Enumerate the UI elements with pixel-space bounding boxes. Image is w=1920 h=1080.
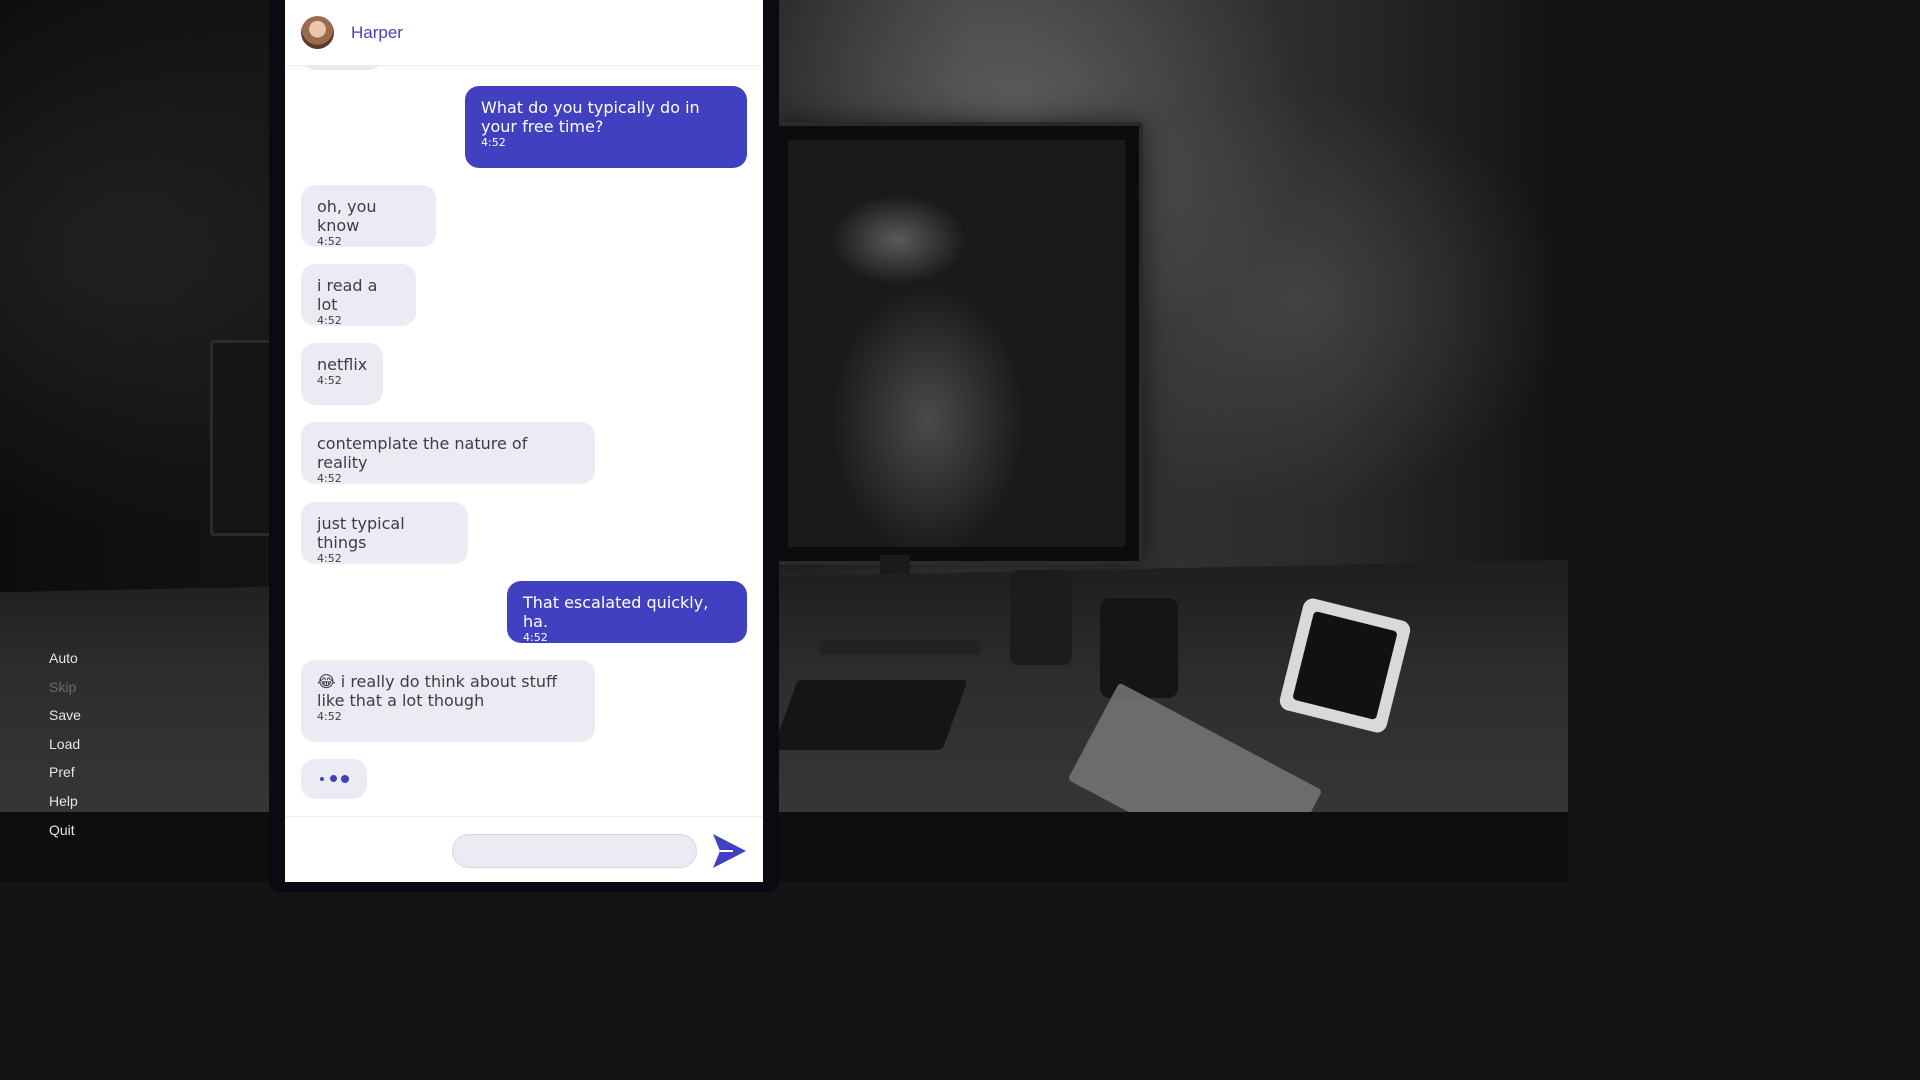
- typing-dot: [320, 777, 324, 781]
- message-time: 4:52: [317, 374, 342, 387]
- message-time: 4:52: [523, 631, 548, 644]
- message-text: 😂 i really do think about stuff like tha…: [317, 672, 579, 710]
- message-text: contemplate the nature of reality: [317, 434, 528, 472]
- camera-lens-image: [1100, 598, 1178, 698]
- message-time: 4:52: [317, 314, 342, 327]
- message-bubble-incoming: netflix 4:52: [301, 343, 383, 405]
- typing-indicator: [301, 759, 367, 799]
- message-composer: [285, 816, 763, 882]
- monitor-stand-base: [820, 640, 980, 654]
- message-bubble-outgoing: What do you typically do in your free ti…: [465, 86, 747, 168]
- clock-face: [1292, 610, 1398, 721]
- menu-item-pref[interactable]: Pref: [49, 758, 81, 787]
- message-bubble-incoming: oh, you know 4:52: [301, 185, 436, 248]
- message-text: What do you typically do in your free ti…: [481, 98, 700, 136]
- game-menu: Auto Skip Save Load Pref Help Quit: [49, 644, 81, 844]
- menu-item-load[interactable]: Load: [49, 730, 81, 759]
- camera-lens-image: [1010, 570, 1072, 665]
- message-time: 4:52: [317, 472, 342, 485]
- contact-name: Harper: [351, 22, 403, 42]
- message-list[interactable]: What do you typically do in your free ti…: [285, 0, 763, 816]
- message-bubble-incoming: 😂 i really do think about stuff like tha…: [301, 660, 595, 742]
- background-scene: [0, 0, 1568, 882]
- message-bubble-incoming: contemplate the nature of reality 4:52: [301, 422, 595, 485]
- send-button[interactable]: [711, 833, 747, 869]
- monitor-image: [770, 122, 1143, 565]
- message-text-body: i really do think about stuff like that …: [317, 672, 558, 710]
- message-text: oh, you know: [317, 197, 377, 235]
- message-time: 4:52: [317, 235, 342, 248]
- keyboard-image: [772, 680, 968, 750]
- message-text: That escalated quickly, ha.: [523, 593, 709, 631]
- laughing-emoji-icon: 😂: [317, 672, 336, 691]
- message-bubble-incoming: just typical things 4:52: [301, 502, 468, 565]
- message-bubble-outgoing: That escalated quickly, ha. 4:52: [507, 581, 747, 644]
- monitor-artwork: [788, 140, 1125, 547]
- phone-screen: What do you typically do in your free ti…: [285, 0, 763, 882]
- message-input[interactable]: [452, 834, 697, 868]
- message-time: 4:52: [481, 136, 506, 149]
- menu-item-skip[interactable]: Skip: [49, 673, 81, 702]
- message-text: just typical things: [317, 514, 405, 552]
- menu-item-help[interactable]: Help: [49, 787, 81, 816]
- message-text: netflix: [317, 355, 368, 374]
- message-time: 4:52: [317, 552, 342, 565]
- desk-front-edge: [0, 812, 1568, 882]
- message-bubble-incoming: i read a lot 4:52: [301, 264, 416, 327]
- menu-item-auto[interactable]: Auto: [49, 644, 81, 673]
- send-icon: [713, 834, 746, 868]
- menu-item-quit[interactable]: Quit: [49, 816, 81, 845]
- message-time: 4:52: [317, 710, 342, 723]
- chat-header: Harper: [285, 0, 763, 66]
- typing-dot: [341, 775, 349, 783]
- laptop-image: [210, 340, 276, 536]
- typing-dot: [330, 775, 337, 782]
- message-text: i read a lot: [317, 276, 378, 314]
- avatar: [301, 16, 334, 49]
- menu-item-save[interactable]: Save: [49, 701, 81, 730]
